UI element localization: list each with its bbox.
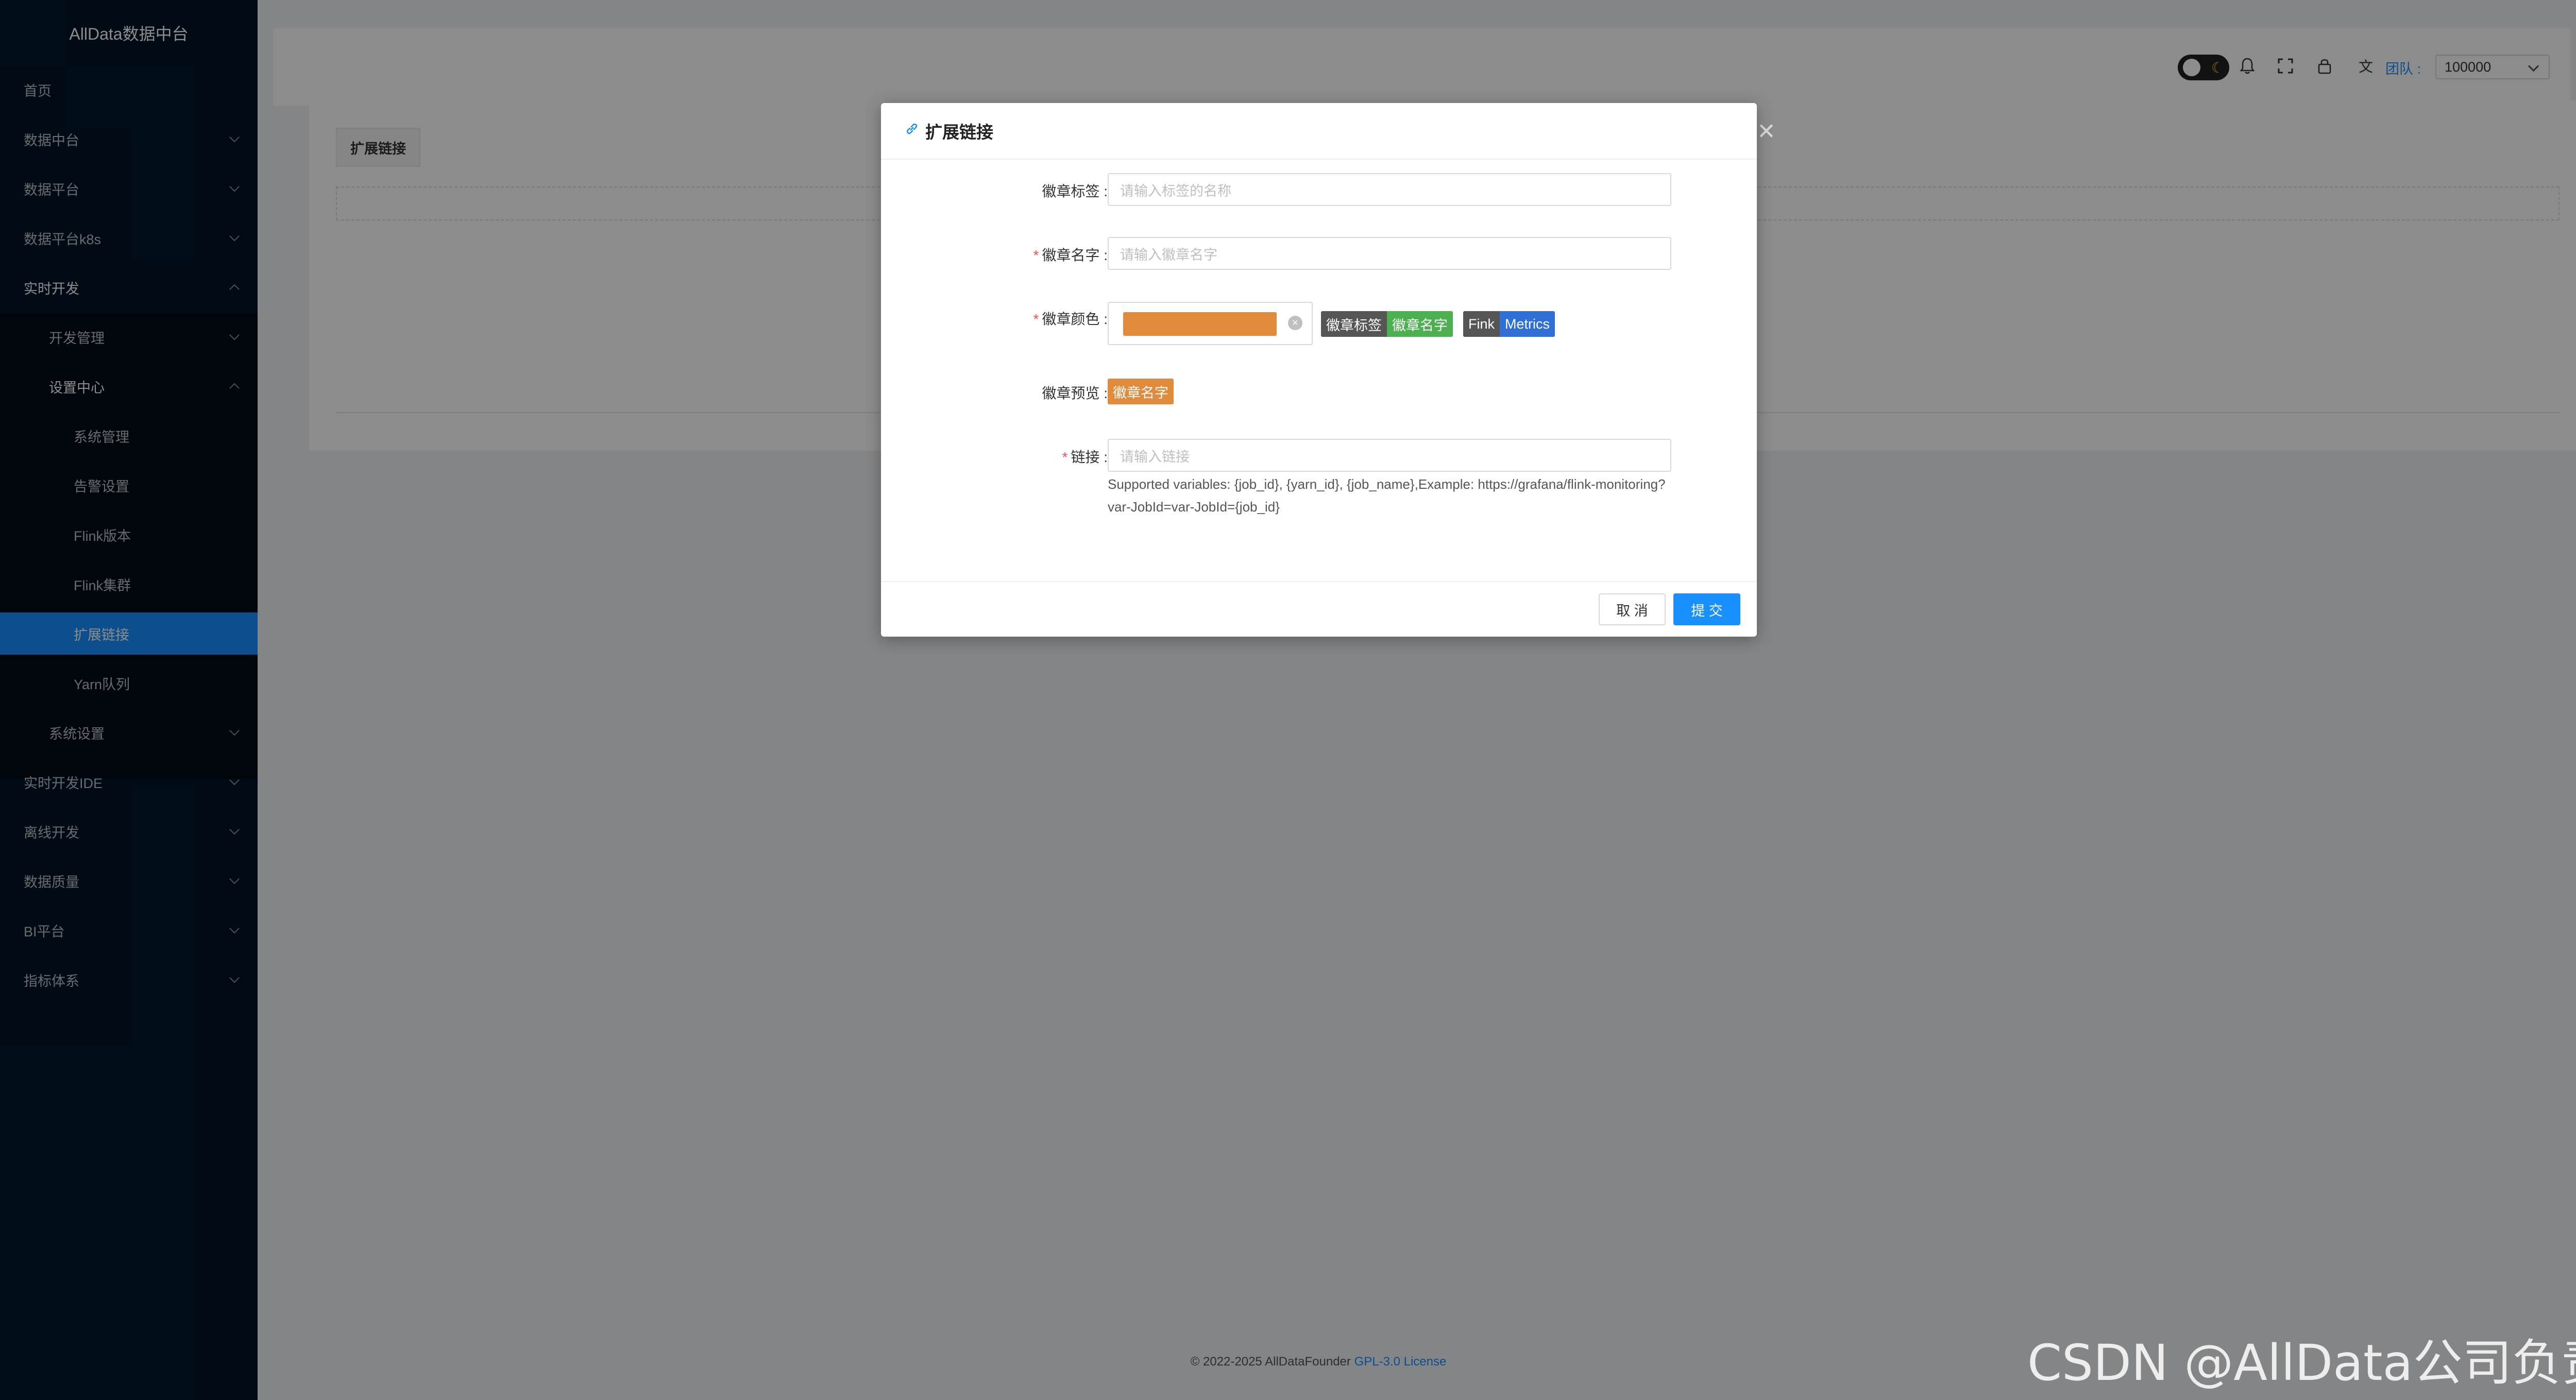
cancel-button[interactable]: 取 消 (1599, 593, 1666, 625)
badge-preview: 徽章名字 (1108, 379, 1174, 404)
badge-preview-label: 徽章预览 : (881, 382, 1108, 403)
link-helper-text: Supported variables: {job_id}, {yarn_id}… (1108, 476, 1666, 515)
badge-color-label-text: 徽章颜色 : (1042, 311, 1108, 327)
modal-title: 扩展链接 (905, 118, 993, 143)
badge-label-label-text: 徽章标签 : (1042, 183, 1108, 199)
required-marker: * (1033, 247, 1039, 263)
link-icon (905, 122, 919, 140)
modal-title-text: 扩展链接 (925, 123, 993, 142)
badge-preview-label-text: 徽章预览 : (1042, 385, 1108, 401)
color-picker[interactable]: × (1108, 302, 1313, 345)
required-marker: * (1062, 449, 1068, 465)
badge-label-input[interactable]: 请输入标签的名称 (1108, 173, 1671, 206)
link-input[interactable]: 请输入链接 (1108, 439, 1671, 472)
sample-badge-right: Metrics (1500, 311, 1555, 337)
submit-button[interactable]: 提 交 (1673, 593, 1740, 625)
link-label: * 链接 : (881, 446, 1108, 467)
badge-name-label: * 徽章名字 : (881, 244, 1108, 265)
clear-icon[interactable]: × (1288, 316, 1302, 330)
divider (881, 581, 1757, 582)
sample-badge: 徽章标签 徽章名字 (1321, 311, 1453, 337)
badge-name-input[interactable]: 请输入徽章名字 (1108, 237, 1671, 270)
watermark: CSDN @AllData公司负责人 (2027, 1334, 2576, 1392)
badge-name-label-text: 徽章名字 : (1042, 247, 1108, 263)
badge-label-placeholder: 请输入标签的名称 (1120, 183, 1231, 199)
close-icon[interactable]: ✕ (1757, 118, 1776, 145)
badge-color-label: * 徽章颜色 : (881, 308, 1108, 329)
sample-badge-right: 徽章名字 (1387, 311, 1453, 337)
sample-badge-left: Fink (1463, 311, 1500, 337)
extension-link-modal: 扩展链接 徽章标签 : 请输入标签的名称 * 徽章名字 : 请输入徽章名字 * 徽章… (881, 103, 1757, 637)
link-label-text: 链接 : (1071, 449, 1108, 465)
required-marker: * (1033, 311, 1039, 327)
sample-badge-left: 徽章标签 (1321, 311, 1387, 337)
link-placeholder: 请输入链接 (1120, 449, 1190, 465)
badge-label-label: 徽章标签 : (881, 180, 1108, 201)
color-swatch[interactable] (1123, 312, 1277, 336)
badge-name-placeholder: 请输入徽章名字 (1120, 247, 1217, 263)
divider (881, 159, 1757, 160)
sample-badge: Fink Metrics (1463, 311, 1555, 337)
